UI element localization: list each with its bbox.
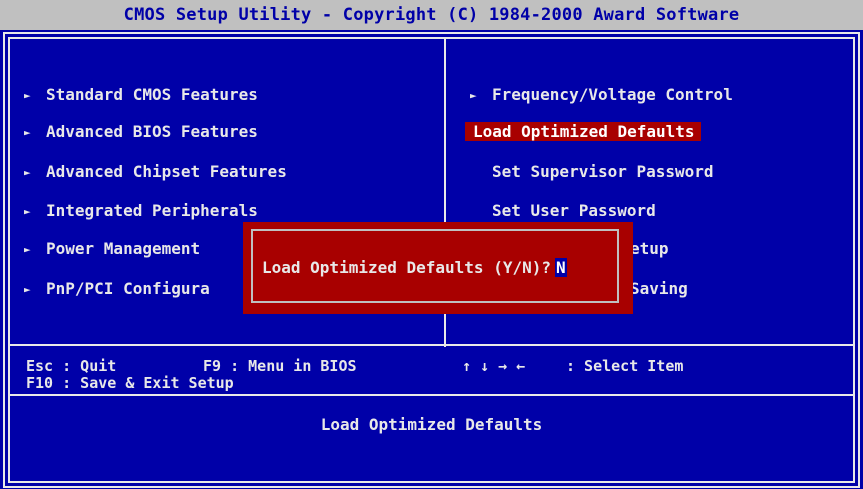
- submenu-arrow-icon: ►: [24, 89, 31, 102]
- menu-item-label: Power Management: [46, 239, 201, 258]
- submenu-arrow-icon: ►: [24, 166, 31, 179]
- menu-item-label: Standard CMOS Features: [46, 85, 258, 104]
- menu-item-standard-cmos-features[interactable]: ► Standard CMOS Features: [24, 82, 258, 108]
- submenu-arrow-icon: ►: [24, 126, 31, 139]
- help-f9: F9 : Menu in BIOS: [203, 357, 357, 375]
- menu-item-label: Frequency/Voltage Control: [492, 85, 733, 104]
- menu-item-label: Integrated Peripherals: [46, 201, 258, 220]
- menu-item-frequency-voltage-control[interactable]: ► Frequency/Voltage Control: [470, 82, 733, 108]
- menu-item-save-exit-setup[interactable]: etup: [630, 236, 669, 262]
- submenu-arrow-icon: ►: [24, 205, 31, 218]
- confirm-dialog-prompt: Load Optimized Defaults (Y/N)? N: [262, 258, 567, 277]
- title-bar: CMOS Setup Utility - Copyright (C) 1984-…: [0, 0, 863, 30]
- menu-item-label: Advanced Chipset Features: [46, 162, 287, 181]
- menu-item-pnp-pci-configuration[interactable]: ► PnP/PCI Configura: [24, 276, 210, 302]
- menu-item-power-management[interactable]: ► Power Management: [24, 236, 200, 262]
- menu-item-set-user-password[interactable]: Set User Password: [492, 198, 656, 224]
- menu-item-label: etup: [630, 239, 669, 258]
- window-title: CMOS Setup Utility - Copyright (C) 1984-…: [123, 5, 740, 25]
- help-bottom-divider: [8, 394, 855, 396]
- menu-item-advanced-chipset-features[interactable]: ► Advanced Chipset Features: [24, 159, 287, 185]
- submenu-arrow-icon: ►: [24, 243, 31, 256]
- status-description: Load Optimized Defaults: [320, 415, 543, 434]
- submenu-arrow-icon: ►: [470, 89, 477, 102]
- help-select-item: : Select Item: [566, 357, 684, 375]
- dialog-prompt-text: Load Optimized Defaults (Y/N)?: [262, 258, 551, 277]
- menu-item-integrated-peripherals[interactable]: ► Integrated Peripherals: [24, 198, 258, 224]
- dialog-answer-input[interactable]: N: [554, 258, 567, 277]
- menu-item-label: PnP/PCI Configura: [46, 279, 210, 298]
- menu-item-label: Advanced BIOS Features: [46, 122, 258, 141]
- arrow-keys-icon: ↑ ↓ → ←: [462, 357, 526, 375]
- menu-item-exit-without-saving[interactable]: Saving: [630, 276, 688, 302]
- menu-bottom-divider: [8, 344, 855, 346]
- help-f10: F10 : Save & Exit Setup: [26, 374, 234, 392]
- menu-item-set-supervisor-password[interactable]: Set Supervisor Password: [492, 159, 714, 185]
- menu-item-label: Set User Password: [492, 201, 656, 220]
- menu-item-advanced-bios-features[interactable]: ► Advanced BIOS Features: [24, 119, 258, 145]
- submenu-arrow-icon: ►: [24, 283, 31, 296]
- menu-item-label: Saving: [630, 279, 688, 298]
- menu-item-label-selected: Load Optimized Defaults: [465, 122, 701, 141]
- help-esc: Esc : Quit: [26, 357, 117, 375]
- menu-item-label: Set Supervisor Password: [492, 162, 714, 181]
- menu-item-load-optimized-defaults[interactable]: Load Optimized Defaults: [465, 119, 701, 145]
